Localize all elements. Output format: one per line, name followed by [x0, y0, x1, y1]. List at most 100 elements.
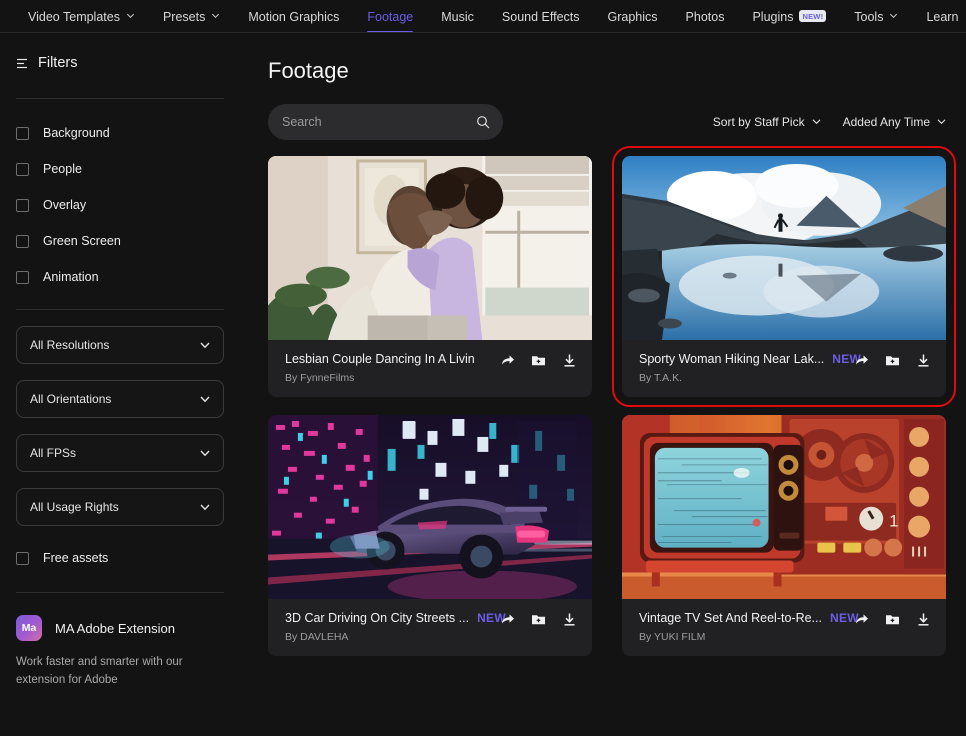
share-icon[interactable] [854, 353, 869, 368]
card-actions [854, 612, 931, 627]
card-title: Lesbian Couple Dancing In A Living Ro... [285, 352, 475, 366]
footage-grid: Lesbian Couple Dancing In A Living Ro...… [268, 146, 956, 656]
nav-item-motion-graphics[interactable]: Motion Graphics [234, 0, 353, 33]
checkbox-people[interactable] [16, 162, 29, 176]
filter-lines-icon [16, 57, 29, 70]
nav-label: Video Templates [28, 9, 120, 24]
sort-by-dropdown[interactable]: Sort by Staff Pick [713, 115, 821, 129]
nav-label: Motion Graphics [248, 9, 340, 24]
search-and-sort-bar: Sort by Staff Pick Added Any Time [268, 104, 946, 140]
nav-label: Plugins [752, 9, 794, 24]
checkbox-row-background[interactable]: Background [16, 115, 224, 151]
sort-controls: Sort by Staff Pick Added Any Time [713, 115, 946, 129]
add-to-folder-icon[interactable] [531, 353, 546, 368]
thumbnail-living-room[interactable] [268, 156, 592, 341]
thumbnail-art: 1 [622, 415, 946, 600]
add-to-folder-icon[interactable] [885, 612, 900, 627]
checkbox-label: Animation [43, 270, 99, 284]
footage-card-mountain-lake[interactable]: Sporty Woman Hiking Near Lak... NEW By T… [612, 146, 956, 407]
card-meta: Sporty Woman Hiking Near Lak... NEW By T… [622, 341, 946, 397]
nav-item-tools[interactable]: Tools [840, 0, 912, 33]
sort-by-label: Sort by Staff Pick [712, 115, 805, 129]
select-fps[interactable]: All FPSs [16, 434, 224, 472]
added-time-label: Added Any Time [842, 115, 930, 129]
checkbox-row-people[interactable]: People [16, 151, 224, 187]
checkbox-label: People [43, 162, 82, 176]
thumbnail-art [268, 415, 592, 600]
chevron-down-icon [199, 447, 211, 459]
nav-item-graphics[interactable]: Graphics [594, 0, 672, 33]
checkbox-background[interactable] [16, 126, 29, 140]
checkbox-row-animation[interactable]: Animation [16, 259, 224, 295]
nav-item-footage[interactable]: Footage [353, 0, 427, 33]
card-actions [500, 353, 577, 368]
nav-item-photos[interactable]: Photos [672, 0, 739, 33]
card-author: By YUKI FILM [639, 631, 706, 643]
card-title: Sporty Woman Hiking Near Lak... [639, 352, 825, 366]
checkbox-row-overlay[interactable]: Overlay [16, 187, 224, 223]
checkbox-free-assets[interactable] [16, 551, 29, 565]
card-author: By DAVLEHA [285, 631, 349, 643]
checkbox-overlay[interactable] [16, 198, 29, 212]
extension-description: Work faster and smarter with our extensi… [16, 656, 183, 686]
nav-item-music[interactable]: Music [427, 0, 488, 33]
nav-item-presets[interactable]: Presets [149, 0, 234, 33]
footage-card-vintage-tv[interactable]: 1 Vintage TV Set And Reel-to-Re... NEW B… [622, 415, 946, 656]
thumbnail-mountain-lake[interactable] [622, 156, 946, 341]
nav-item-sound-effects[interactable]: Sound Effects [488, 0, 594, 33]
extension-promo[interactable]: Ma MA Adobe Extension [16, 615, 224, 641]
select-orientations[interactable]: All Orientations [16, 380, 224, 418]
nav-item-video-templates[interactable]: Video Templates [14, 0, 149, 33]
card-meta: Vintage TV Set And Reel-to-Re... NEW By … [622, 600, 946, 656]
download-icon[interactable] [916, 353, 931, 368]
add-to-folder-icon[interactable] [885, 353, 900, 368]
checkbox-label: Free assets [43, 551, 109, 565]
select-resolutions[interactable]: All Resolutions [16, 326, 224, 364]
download-icon[interactable] [916, 612, 931, 627]
share-icon[interactable] [854, 612, 869, 627]
thumbnail-neon-car[interactable] [268, 415, 592, 600]
footage-card-neon-car[interactable]: 3D Car Driving On City Streets ... NEW B… [268, 415, 592, 656]
checkbox-row-free-assets[interactable]: Free assets [16, 540, 224, 576]
card-actions [854, 353, 931, 368]
chevron-down-icon [199, 339, 211, 351]
nav-item-learn[interactable]: Learn [912, 0, 966, 33]
nav-item-plugins[interactable]: Plugins NEW! [738, 0, 840, 33]
search-input[interactable] [282, 115, 462, 129]
search-box[interactable] [268, 104, 503, 140]
chevron-down-icon [126, 11, 135, 20]
download-icon[interactable] [562, 353, 577, 368]
chevron-down-icon [211, 11, 220, 20]
card-title: Vintage TV Set And Reel-to-Re... [639, 611, 822, 625]
download-icon[interactable] [562, 612, 577, 627]
added-time-dropdown[interactable]: Added Any Time [843, 115, 946, 129]
thumbnail-vintage-tv[interactable]: 1 [622, 415, 946, 600]
card-author: By FynneFilms [285, 372, 355, 384]
page-title: Footage [268, 58, 349, 83]
card-actions [500, 612, 577, 627]
chevron-down-icon [199, 393, 211, 405]
category-checkbox-list: Background People Overlay Green Screen A… [16, 99, 224, 295]
share-icon[interactable] [500, 612, 515, 627]
card-meta: 3D Car Driving On City Streets ... NEW B… [268, 600, 592, 656]
filters-sidebar: Filters Background People Overlay Green … [0, 33, 240, 736]
filters-title: Filters [38, 55, 78, 71]
chevron-down-icon [937, 117, 946, 126]
checkbox-label: Overlay [43, 198, 87, 212]
svg-text:1: 1 [889, 512, 898, 531]
thumbnail-art [622, 156, 946, 341]
search-icon[interactable] [476, 115, 490, 129]
checkbox-animation[interactable] [16, 270, 29, 284]
select-value: All FPSs [30, 446, 77, 460]
footage-card-living-room[interactable]: Lesbian Couple Dancing In A Living Ro...… [268, 156, 592, 397]
select-usage-rights[interactable]: All Usage Rights [16, 488, 224, 526]
add-to-folder-icon[interactable] [531, 612, 546, 627]
select-value: All Orientations [30, 392, 112, 406]
checkbox-label: Green Screen [43, 234, 121, 248]
checkbox-row-green-screen[interactable]: Green Screen [16, 223, 224, 259]
checkbox-green-screen[interactable] [16, 234, 29, 248]
nav-label: Learn [926, 9, 959, 24]
share-icon[interactable] [500, 353, 515, 368]
chevron-down-icon [889, 11, 898, 20]
thumbnail-art [268, 156, 592, 341]
